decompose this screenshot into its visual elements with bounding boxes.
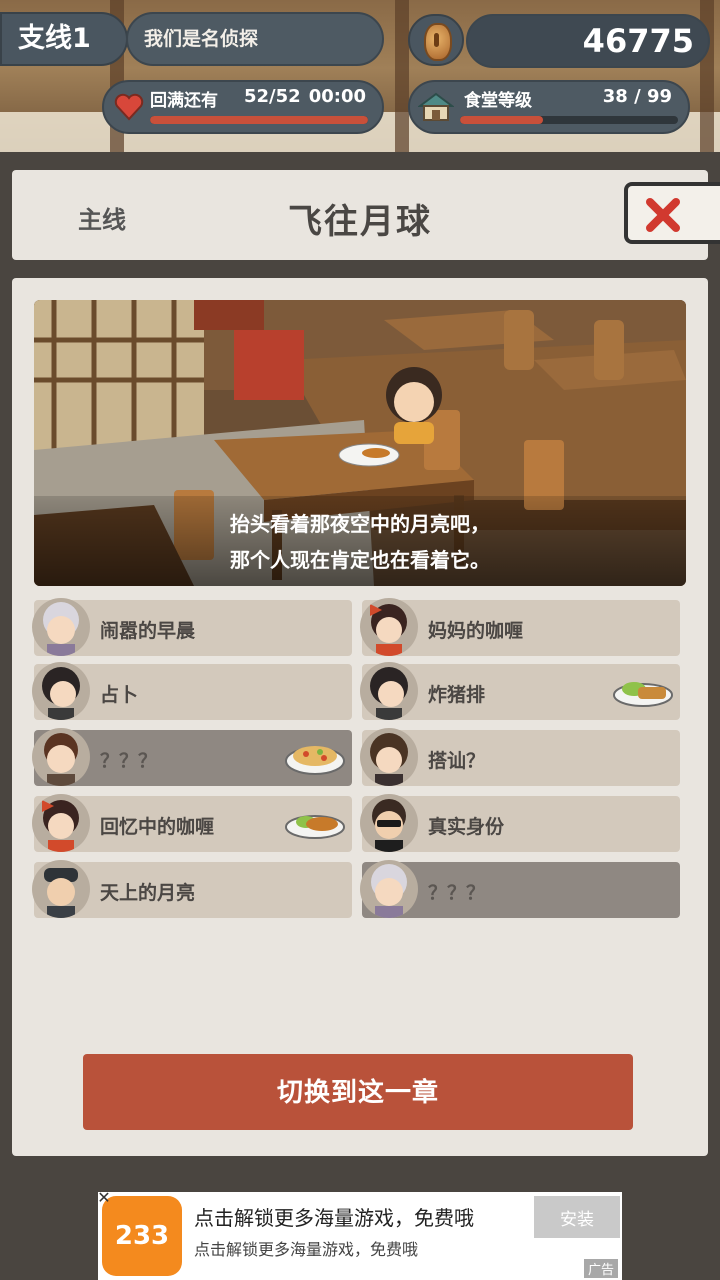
episode-item[interactable]: 搭讪？: [360, 728, 680, 786]
episode-item[interactable]: 炸猪排: [360, 662, 680, 720]
branch-name[interactable]: 我们是名侦探: [126, 12, 384, 66]
episode-item-locked[interactable]: ？？？: [360, 860, 680, 918]
curry-rice-dish-icon: [285, 815, 345, 839]
episode-label: 回忆中的咖喱: [100, 816, 215, 838]
heart-icon: [114, 93, 144, 121]
stamina-bar-fill: [150, 116, 368, 124]
chapter-header: 主线 飞往月球: [12, 170, 708, 260]
episode-label: 妈妈的咖喱: [428, 620, 524, 642]
girl-bow-avatar-icon: [32, 794, 90, 852]
ad-subtitle: 点击解锁更多海量游戏，免费哦: [194, 1240, 419, 1259]
episode-label: ？？？: [428, 882, 486, 904]
episode-label: 炸猪排: [428, 684, 486, 706]
ad-logo: 233: [102, 1196, 182, 1276]
old-woman-avatar-icon: [32, 598, 90, 656]
episode-label: ？？？: [100, 750, 158, 772]
switch-chapter-button[interactable]: 切换到这一章: [83, 1054, 633, 1130]
episode-label: 搭讪？: [428, 750, 486, 772]
coin-icon: [408, 14, 464, 66]
canteen-level-label: 食堂等级: [464, 91, 532, 111]
branch-tag[interactable]: 支线1: [0, 12, 128, 66]
episode-label: 真实身份: [428, 816, 505, 838]
coin-count[interactable]: 46775: [466, 14, 710, 68]
man-brown-hair-avatar-icon: [32, 728, 90, 786]
stamina-pill[interactable]: 回满还有 52/52 00:00: [102, 80, 384, 134]
hud-background-beam: [395, 0, 409, 152]
ad-close-icon[interactable]: ✕: [96, 1190, 112, 1206]
close-x-icon: [646, 198, 680, 232]
caption-line-1: 抬头看着那夜空中的月亮吧，: [230, 512, 490, 536]
woman-dark-hair-avatar-icon: [32, 662, 90, 720]
stamina-bar: [150, 116, 368, 124]
man-cap-avatar-icon: [32, 860, 90, 918]
tonkatsu-dish-icon: [613, 682, 673, 707]
man-sunglasses-avatar-icon: [360, 794, 418, 852]
canteen-level-bar-fill: [460, 116, 543, 124]
house-icon: [418, 92, 454, 121]
episode-label: 占卜: [100, 684, 139, 706]
close-button[interactable]: [624, 182, 720, 244]
chapter-title: 飞往月球: [288, 202, 432, 242]
stamina-count: 52/52: [244, 86, 301, 107]
ad-title: 点击解锁更多海量游戏，免费哦: [194, 1206, 474, 1230]
stamina-timer: 00:00: [308, 86, 366, 107]
episode-item[interactable]: 闹嚣的早晨: [32, 598, 352, 656]
episode-label: 闹嚣的早晨: [100, 620, 196, 642]
canteen-level-pill[interactable]: 食堂等级 38 / 99: [408, 80, 690, 134]
ad-tag: 广告: [583, 1259, 618, 1278]
man-long-hair-avatar-icon: [360, 728, 418, 786]
episode-item[interactable]: 真实身份: [360, 794, 680, 852]
canteen-level-bar: [460, 116, 678, 124]
episode-label: 天上的月亮: [100, 882, 196, 904]
story-scene-image: 抬头看着那夜空中的月亮吧， 那个人现在肯定也在看着它。: [34, 300, 686, 586]
episode-item[interactable]: 妈妈的咖喱: [360, 598, 680, 656]
episode-item-locked[interactable]: ？？？: [32, 728, 352, 786]
woman-dark-hair-avatar-icon: [360, 662, 418, 720]
top-hud: 支线1 我们是名侦探 46775 回满还有 52/52 00:00 食堂等级 3…: [0, 0, 720, 152]
chapter-panel: 抬头看着那夜空中的月亮吧， 那个人现在肯定也在看着它。 闹嚣的早晨 妈妈的咖喱 …: [12, 278, 708, 1156]
old-woman-avatar-icon: [360, 860, 418, 918]
episode-item[interactable]: 占卜: [32, 662, 352, 720]
ad-banner[interactable]: 233 ✕ 点击解锁更多海量游戏，免费哦 点击解锁更多海量游戏，免费哦 安装 广…: [96, 1190, 622, 1280]
scene-caption: 抬头看着那夜空中的月亮吧， 那个人现在肯定也在看着它。: [34, 496, 686, 586]
episode-item[interactable]: 天上的月亮: [32, 860, 352, 918]
episode-item[interactable]: 回忆中的咖喱: [32, 794, 352, 852]
ad-install-button[interactable]: 安装: [534, 1196, 620, 1238]
fried-rice-dish-icon: [285, 746, 345, 775]
canteen-level-count: 38 / 99: [602, 86, 672, 107]
stamina-label: 回满还有: [150, 91, 218, 111]
caption-line-2: 那个人现在肯定也在看着它。: [230, 548, 490, 572]
girl-bow-avatar-icon: [360, 598, 418, 656]
